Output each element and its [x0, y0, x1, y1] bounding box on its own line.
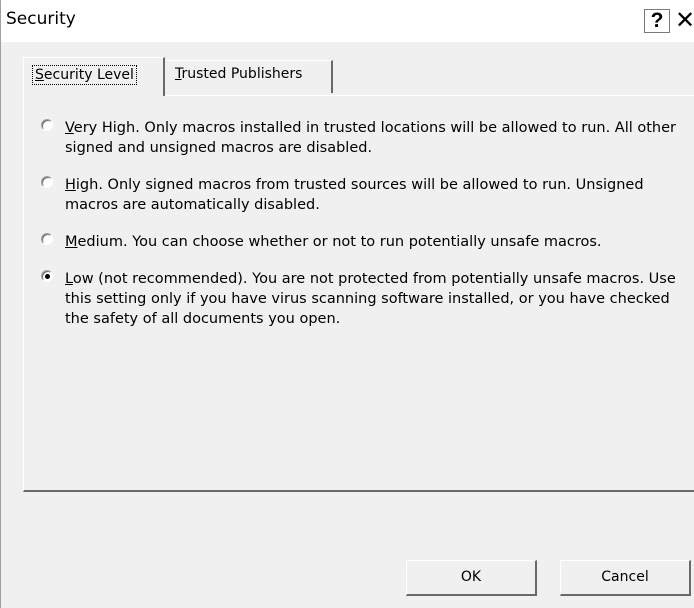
option-high-text: igh. Only signed macros from trusted sou…: [65, 177, 644, 213]
option-low-mnemonic: L: [65, 271, 73, 287]
tab-trusted-publishers-text: rusted Publishers: [181, 66, 303, 82]
option-high-label: High. Only signed macros from trusted so…: [65, 175, 694, 215]
radio-high[interactable]: [41, 176, 53, 188]
tab-trusted-publishers[interactable]: Trusted Publishers: [167, 60, 333, 93]
tab-trusted-publishers-label: Trusted Publishers: [175, 66, 302, 82]
title-bar: Security ? ✕: [1, 0, 694, 42]
option-medium-mnemonic: M: [65, 234, 78, 250]
tab-security-level-label: Security Level: [32, 65, 137, 85]
option-very-high-mnemonic: V: [65, 120, 74, 136]
security-level-panel: Very High. Only macros installed in trus…: [23, 95, 694, 492]
option-low-label: Low (not recommended). You are not prote…: [65, 269, 694, 329]
option-very-high-text: ery High. Only macros installed in trust…: [65, 120, 676, 156]
option-high-mnemonic: H: [65, 177, 76, 193]
option-low-text: ow (not recommended). You are not protec…: [65, 271, 676, 327]
radio-very-high[interactable]: [41, 119, 53, 131]
radio-low[interactable]: [41, 270, 53, 282]
tab-security-level-text: ecurity Level: [43, 67, 134, 83]
option-medium-label: Medium. You can choose whether or not to…: [65, 232, 694, 252]
dialog-title: Security: [6, 9, 76, 29]
ok-button[interactable]: OK: [406, 560, 537, 596]
radio-medium[interactable]: [41, 233, 53, 245]
security-dialog: Security ? ✕ Security Level Trusted Publ…: [0, 0, 694, 608]
tab-security-level[interactable]: Security Level: [23, 57, 165, 96]
help-button[interactable]: ?: [644, 9, 670, 33]
close-button[interactable]: ✕: [672, 9, 694, 33]
option-very-high-label: Very High. Only macros installed in trus…: [65, 118, 694, 158]
option-medium-text: edium. You can choose whether or not to …: [77, 234, 602, 250]
tab-security-level-mnemonic: S: [35, 67, 44, 83]
cancel-button[interactable]: Cancel: [560, 560, 691, 596]
